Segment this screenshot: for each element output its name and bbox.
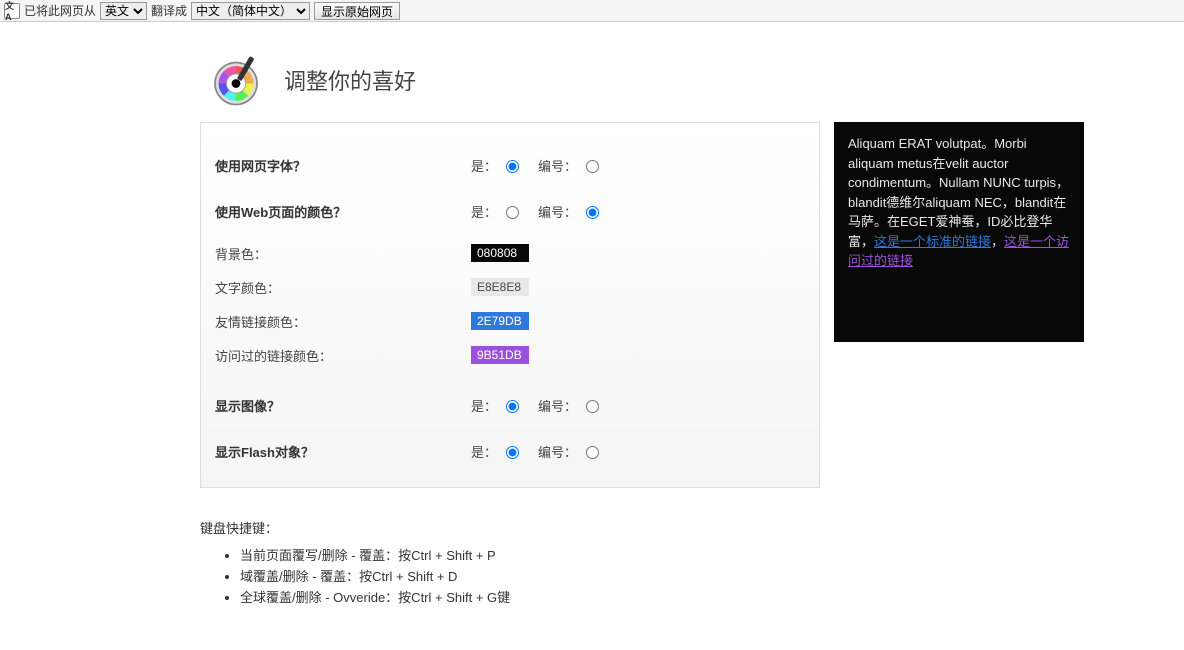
no-label: 编号：: [538, 442, 577, 461]
label-web-colors: 使用Web页面的颜色？: [211, 202, 471, 221]
settings-panel: 使用网页字体？ 是： 编号： 使用Web页面的颜色？ 是：: [200, 122, 820, 488]
textcolor-swatch[interactable]: E8E8E8: [471, 278, 529, 296]
color-picker-logo-icon: [208, 52, 264, 108]
shortcut-item: 域覆盖/删除 - 覆盖：按Ctrl + Shift + D: [240, 566, 1100, 585]
show-original-button[interactable]: 显示原始网页: [314, 2, 400, 20]
yes-label: 是：: [471, 156, 497, 175]
translate-prefix: 已将此网页从: [24, 2, 96, 19]
web-colors-no-radio[interactable]: [586, 206, 599, 219]
show-images-no-radio[interactable]: [586, 400, 599, 413]
lang-from-select[interactable]: 英文: [100, 2, 147, 20]
web-colors-yes-radio[interactable]: [506, 206, 519, 219]
show-flash-yes-radio[interactable]: [506, 446, 519, 459]
label-web-fonts: 使用网页字体？: [211, 156, 471, 175]
translate-bar: 文A 已将此网页从 英文 翻译成 中文（简体中文） 显示原始网页: [0, 0, 1184, 22]
shortcut-item: 全球覆盖/删除 - Ovveride：按Ctrl + Shift + G键: [240, 587, 1100, 606]
yes-label: 是：: [471, 396, 497, 415]
label-visitedcolor: 访问过的链接颜色：: [211, 346, 471, 365]
shortcuts-heading: 键盘快捷键：: [200, 518, 1100, 537]
label-bgcolor: 背景色：: [211, 244, 471, 263]
no-label: 编号：: [538, 396, 577, 415]
page-title: 调整你的喜好: [284, 64, 416, 96]
page-header: 调整你的喜好: [200, 52, 1100, 108]
linkcolor-swatch[interactable]: 2E79DB: [471, 312, 529, 330]
show-images-yes-radio[interactable]: [506, 400, 519, 413]
label-show-flash: 显示Flash对象？: [211, 442, 471, 461]
label-linkcolor: 友情链接颜色：: [211, 312, 471, 331]
preview-sep: ，: [991, 234, 1004, 249]
show-flash-no-radio[interactable]: [586, 446, 599, 459]
yes-label: 是：: [471, 202, 497, 221]
no-label: 编号：: [538, 156, 577, 175]
translate-middle: 翻译成: [151, 2, 187, 19]
web-fonts-yes-radio[interactable]: [506, 160, 519, 173]
label-textcolor: 文字颜色：: [211, 278, 471, 297]
shortcut-item: 当前页面覆写/删除 - 覆盖：按Ctrl + Shift + P: [240, 545, 1100, 564]
preview-text: Aliquam ERAT volutpat。Morbi aliquam metu…: [848, 136, 1069, 249]
label-show-images: 显示图像？: [211, 396, 471, 415]
no-label: 编号：: [538, 202, 577, 221]
lang-to-select[interactable]: 中文（简体中文）: [191, 2, 310, 20]
yes-label: 是：: [471, 442, 497, 461]
visitedcolor-swatch[interactable]: 9B51DB: [471, 346, 529, 364]
shortcuts-section: 键盘快捷键： 当前页面覆写/删除 - 覆盖：按Ctrl + Shift + P …: [200, 518, 1100, 606]
bgcolor-swatch[interactable]: 080808: [471, 244, 529, 262]
web-fonts-no-radio[interactable]: [586, 160, 599, 173]
preview-box: Aliquam ERAT volutpat。Morbi aliquam metu…: [834, 122, 1084, 342]
translate-icon: 文A: [4, 3, 20, 19]
preview-normal-link[interactable]: 这是一个标准的链接: [874, 234, 991, 249]
